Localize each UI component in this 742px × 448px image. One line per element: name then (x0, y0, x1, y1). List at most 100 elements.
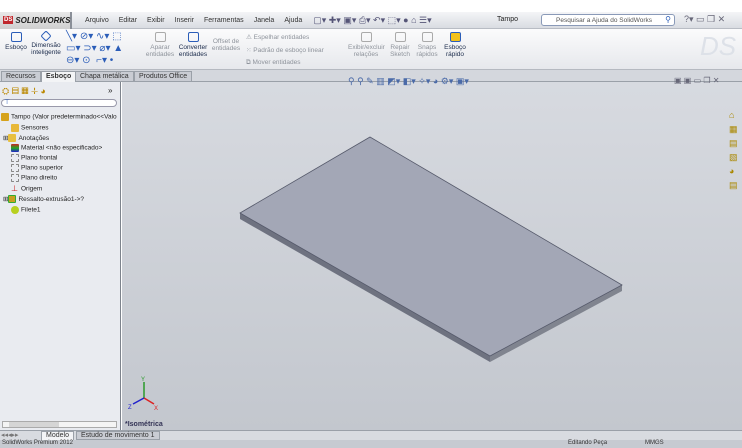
product-name: SolidWorks Premium 2012 (2, 440, 73, 446)
tree-item-plano-direito[interactable]: Plano direito (11, 174, 57, 182)
snaps-icon (421, 32, 433, 42)
panel-tab-icons[interactable]: ⛭ ▤ ▦ ✛ ◕ (2, 86, 46, 97)
offset-entities-button[interactable]: Offset de entidades (211, 38, 241, 52)
axis-label-z: Z (128, 405, 132, 411)
tab-modelo[interactable]: Modelo (41, 431, 74, 440)
smart-dimension-button[interactable]: Dimensão inteligente (30, 30, 62, 56)
annotation-icon (8, 134, 17, 143)
tree-item-sensores[interactable]: Sensores (11, 124, 48, 132)
repair-sketch-button[interactable]: Repair Sketch (388, 32, 412, 58)
x-axis (143, 397, 155, 405)
unit-system[interactable]: MMGS (645, 440, 664, 446)
label: Padrão de esboço linear (253, 47, 324, 54)
feature-manager-panel: ⛭ ▤ ▦ ✛ ◕ » ⊤ Tampo (Valor predeterminad… (0, 82, 121, 430)
trim-icon (154, 32, 166, 42)
menu-editar[interactable]: Editar (114, 17, 142, 24)
view-orientation-label: *Isométrica (125, 421, 163, 428)
title-bar: DS SOLIDWORKS Arquivo Editar Exibir Inser… (0, 11, 742, 29)
tree-item-ressalto-extrusao[interactable]: ⊞ Ressalto-extrusão1->? (3, 195, 85, 204)
z-axis (132, 397, 145, 405)
menu-arquivo[interactable]: Arquivo (80, 17, 114, 24)
dimension-icon (40, 30, 52, 42)
quick-snaps-button[interactable]: Snaps rápidos (415, 32, 439, 58)
tree-item-anotacoes[interactable]: ⊞ Anotações (3, 134, 50, 143)
sketch-button[interactable]: Esboço (4, 32, 28, 51)
axis-label-x: X (154, 406, 158, 412)
trim-entities-button[interactable]: Aparar entidades (145, 32, 175, 58)
tab-esboco[interactable]: Esboço (41, 71, 77, 82)
label: Filete1 (21, 206, 41, 214)
window-controls[interactable]: ?▾ ▭ ❐ ✕ (684, 14, 725, 25)
tree-root[interactable]: Tampo (Valor predeterminado<<Valo (1, 113, 117, 121)
rapid-sketch-icon (449, 32, 461, 42)
command-manager: Esboço Dimensão inteligente ╲▾ ⊘▾ ∿▾ ⬚ ▭▾… (0, 29, 742, 70)
tab-recursos[interactable]: Recursos (1, 71, 41, 82)
bottom-tabs-bar: ◂◂◂▸▸ Modelo Estudo de movimento 1 (0, 430, 742, 440)
model-svg: Y X Z (128, 136, 623, 412)
menu-inserir[interactable]: Inserir (170, 17, 199, 24)
tab-chapa-metalica[interactable]: Chapa metálica (75, 71, 134, 82)
logo-text: SOLIDWORKS (15, 15, 71, 25)
label: Dimensão inteligente (31, 42, 61, 56)
tab-estudo-movimento[interactable]: Estudo de movimento 1 (76, 431, 160, 440)
rapid-sketch-button[interactable]: Esboço rápido (443, 32, 467, 58)
panel-expand-icon[interactable]: » (108, 86, 112, 95)
search-icon[interactable]: ⚲ (665, 15, 671, 24)
label: Sensores (21, 124, 49, 132)
label: Anotações (18, 135, 50, 142)
filter-input[interactable]: ⊤ (1, 99, 117, 107)
label: Aparar entidades (145, 44, 175, 58)
label: Repair Sketch (390, 44, 410, 58)
label: Origem (21, 185, 43, 193)
solidworks-logo[interactable]: DS SOLIDWORKS (0, 11, 72, 29)
menu-ferramentas[interactable]: Ferramentas (199, 17, 249, 24)
edit-mode-status: Editando Peça (568, 440, 608, 446)
tree-item-filete[interactable]: Filete1 (11, 206, 41, 214)
sensor-icon (11, 124, 19, 132)
menu-ajuda[interactable]: Ajuda (279, 17, 307, 24)
tree-item-plano-superior[interactable]: Plano superior (11, 164, 63, 172)
label: Plano direito (21, 174, 58, 182)
quick-access-toolbar-icons[interactable]: ▢▾ ✚▾ ▣▾ ⎙▾ ↶▾ ⬚▾ ● ⌂ ☰▾ (313, 15, 431, 26)
display-relations-button[interactable]: Exibir/excluir relações (348, 32, 385, 58)
document-title: Tampo (497, 16, 519, 23)
label: Converter entidades (178, 44, 208, 58)
plane-icon (11, 174, 19, 182)
label: Espelhar entidades (253, 34, 310, 41)
sketch-icon (10, 32, 22, 42)
label: Offset de entidades (211, 38, 241, 52)
label: Ressalto-extrusão1->? (18, 196, 85, 203)
convert-entities-button[interactable]: Converter entidades (177, 32, 209, 58)
status-bar: SolidWorks Premium 2012 Editando Peça MM… (0, 440, 742, 448)
label: Mover entidades (252, 59, 301, 66)
help-search-input[interactable]: Pesquisar a Ajuda do SolidWorks ⚲ (541, 14, 675, 26)
tree-item-plano-frontal[interactable]: Plano frontal (11, 154, 58, 162)
relations-icon (360, 32, 372, 42)
plane-icon (11, 154, 19, 162)
ds-watermark-logo: DS (700, 31, 737, 61)
tab-scroll-arrows[interactable]: ◂◂◂▸▸ (1, 431, 19, 439)
graphics-viewport[interactable]: ⚲ ⚲ ✎ ▥ ◩▾ ◧▾ ✧▾ ◕ ⚙▾ ▣▾ ▣ ▣ ▭ ❐ ✕ ⌂ ▦ ▤ ▧ ◕… (122, 76, 742, 430)
material-icon (11, 144, 19, 152)
horizontal-scrollbar[interactable] (2, 421, 117, 428)
menu-janela[interactable]: Janela (249, 17, 280, 24)
axis-label-y: Y (141, 377, 145, 383)
move-entities-button[interactable]: ⧉ Mover entidades (246, 59, 301, 67)
label: Exibir/excluir relações (348, 44, 385, 58)
menu-exibir[interactable]: Exibir (142, 17, 170, 24)
label: Plano superior (21, 164, 63, 172)
label: Esboço rápido (444, 44, 466, 58)
extrude-icon (8, 195, 17, 204)
label: Snaps rápidos (416, 44, 438, 58)
linear-pattern-button[interactable]: ⁙ Padrão de esboço linear (246, 46, 324, 54)
tree-item-material[interactable]: Material <não especificado> (11, 144, 102, 152)
convert-icon (187, 32, 199, 42)
part-icon (1, 113, 9, 121)
label: Plano frontal (21, 154, 58, 162)
repair-icon (394, 32, 406, 42)
tree-item-origem[interactable]: ⊥ Origem (11, 185, 42, 193)
sketch-entity-tools[interactable]: ╲▾ ⊘▾ ∿▾ ⬚ ▭▾ ⊃▾ ⌀▾ ▲ ⊖▾ ⊙ ⌐▾ • (66, 31, 142, 69)
mirror-entities-button[interactable]: ⚠ Espelhar entidades (246, 33, 309, 41)
search-placeholder: Pesquisar a Ajuda do SolidWorks (556, 17, 652, 24)
tab-produtos-office[interactable]: Produtos Office (134, 71, 193, 82)
